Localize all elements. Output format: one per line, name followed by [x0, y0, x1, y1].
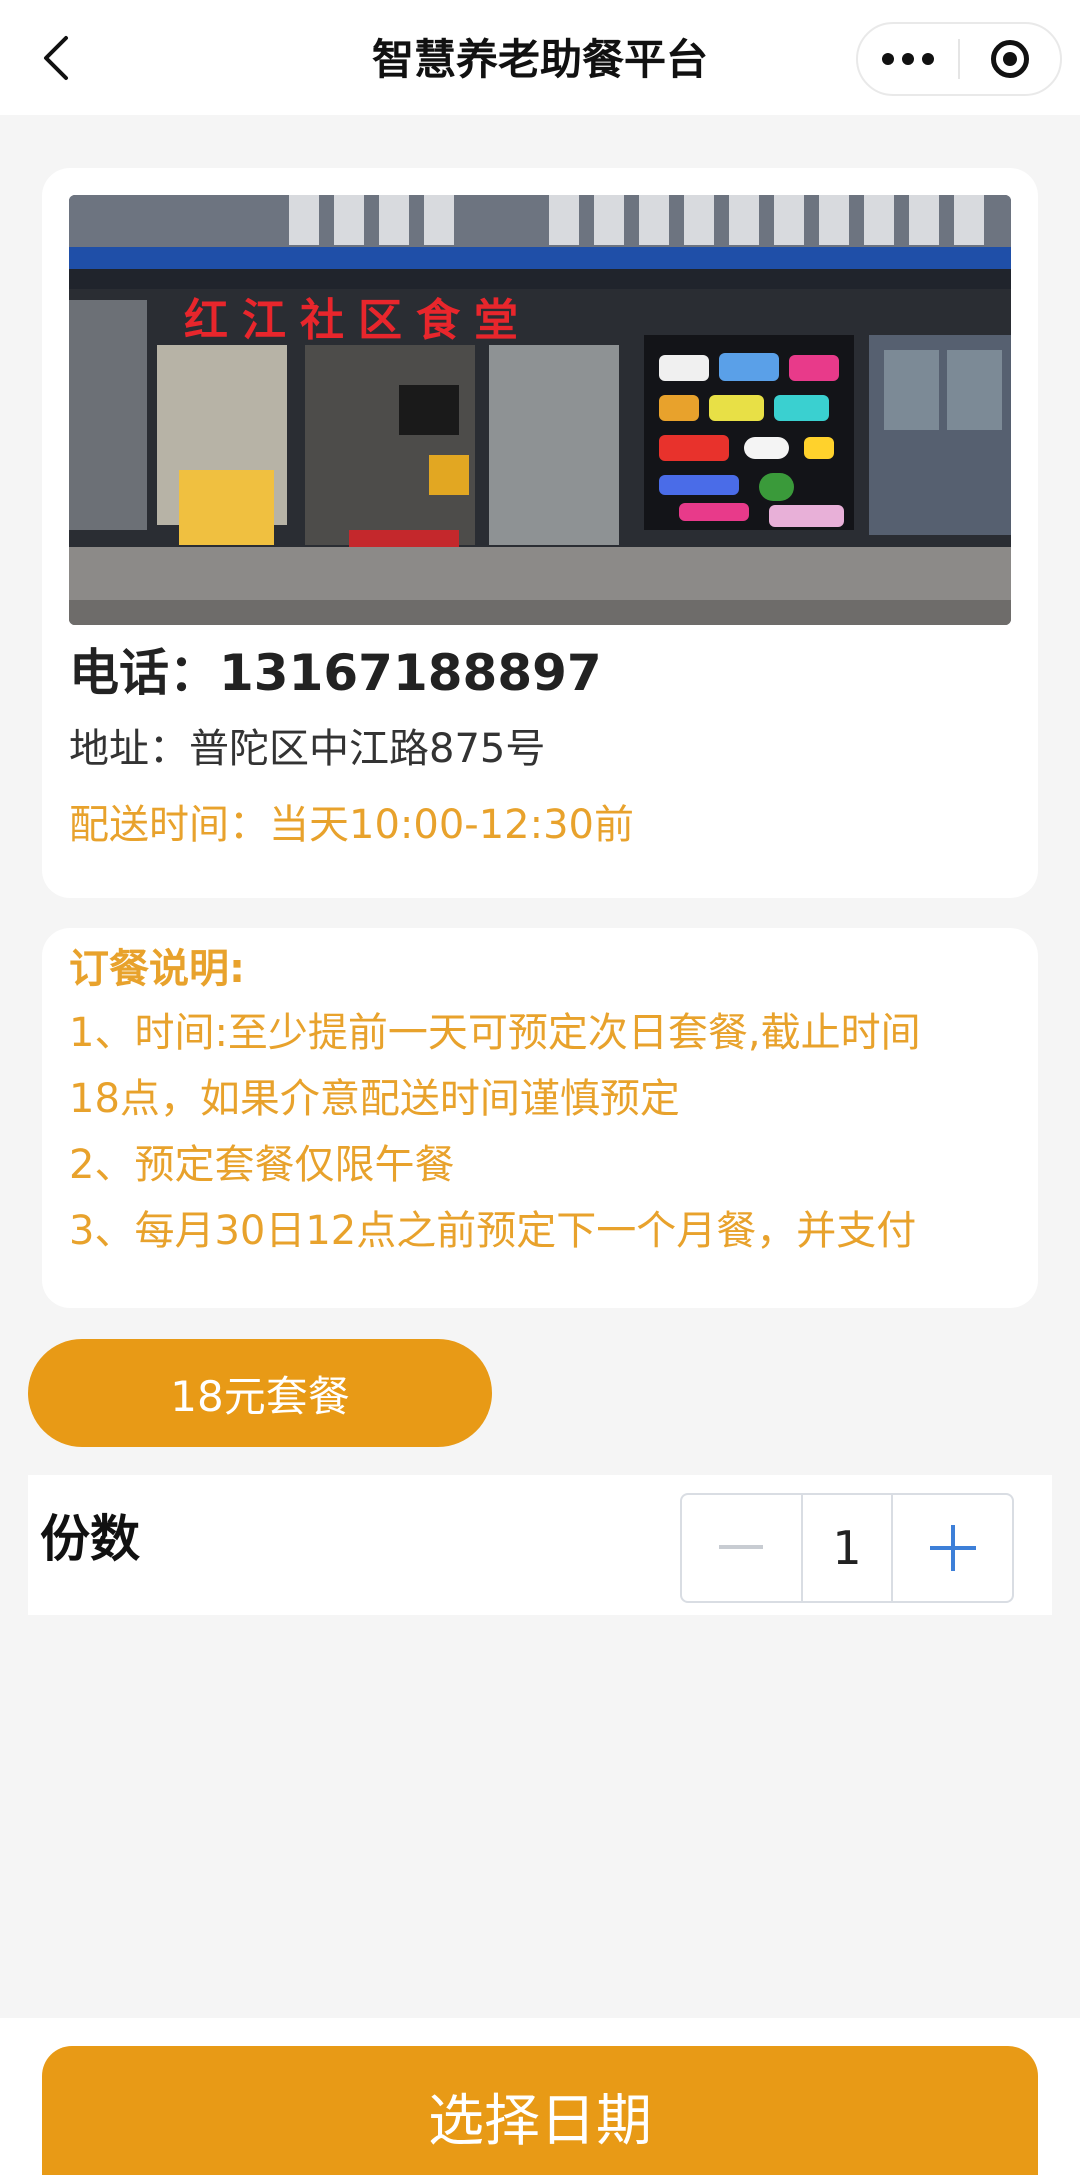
- minus-icon: [719, 1545, 764, 1549]
- bottom-bar: 选择日期: [0, 2018, 1080, 2175]
- quantity-stepper: 1: [680, 1493, 1014, 1603]
- store-phone[interactable]: 电话：13167188897: [69, 643, 602, 703]
- target-icon: [990, 40, 1029, 78]
- order-notice-card: 订餐说明: 1、时间:至少提前一天可预定次日套餐,截止时间 18点，如果介意配送…: [42, 928, 1038, 1308]
- notice-line: 1、时间:至少提前一天可预定次日套餐,截止时间: [69, 1010, 921, 1056]
- decrease-button[interactable]: [682, 1495, 801, 1601]
- notice-lines: 1、时间:至少提前一天可预定次日套餐,截止时间 18点，如果介意配送时间谨慎预定…: [69, 1000, 1029, 1264]
- mini-program-capsule: [856, 22, 1062, 96]
- notice-line: 3、每月30日12点之前预定下一个月餐，并支付: [69, 1208, 917, 1254]
- close-button[interactable]: [960, 24, 1060, 94]
- notice-line: 18点，如果介意配送时间谨慎预定: [69, 1076, 680, 1122]
- more-dots-icon: [882, 53, 934, 65]
- notice-title: 订餐说明:: [69, 946, 245, 992]
- store-sign-text: 红江社区食堂: [184, 295, 532, 346]
- plus-icon: [929, 1525, 976, 1571]
- delivery-time: 配送时间：当天10:00-12:30前: [69, 802, 634, 848]
- store-address: 地址：普陀区中江路875号: [69, 726, 546, 772]
- increase-button[interactable]: [893, 1495, 1012, 1601]
- more-button[interactable]: [858, 24, 958, 94]
- nav-bar: 智慧养老助餐平台: [0, 0, 1080, 115]
- quantity-row: 份数 1: [28, 1475, 1052, 1615]
- store-card: 红江社区食堂 电话：13167188897 地址：普陀区中江路875号 配送时间…: [42, 168, 1038, 898]
- select-date-button[interactable]: 选择日期: [42, 2046, 1038, 2175]
- store-photo: 红江社区食堂: [69, 195, 1011, 625]
- notice-line: 2、预定套餐仅限午餐: [69, 1142, 455, 1188]
- quantity-value[interactable]: 1: [800, 1495, 894, 1601]
- package-button[interactable]: 18元套餐: [28, 1339, 492, 1447]
- page: 智慧养老助餐平台 红江社区食堂 电话：13167188897 地址：普陀区中江路…: [0, 0, 1080, 2175]
- quantity-label: 份数: [40, 1510, 140, 1568]
